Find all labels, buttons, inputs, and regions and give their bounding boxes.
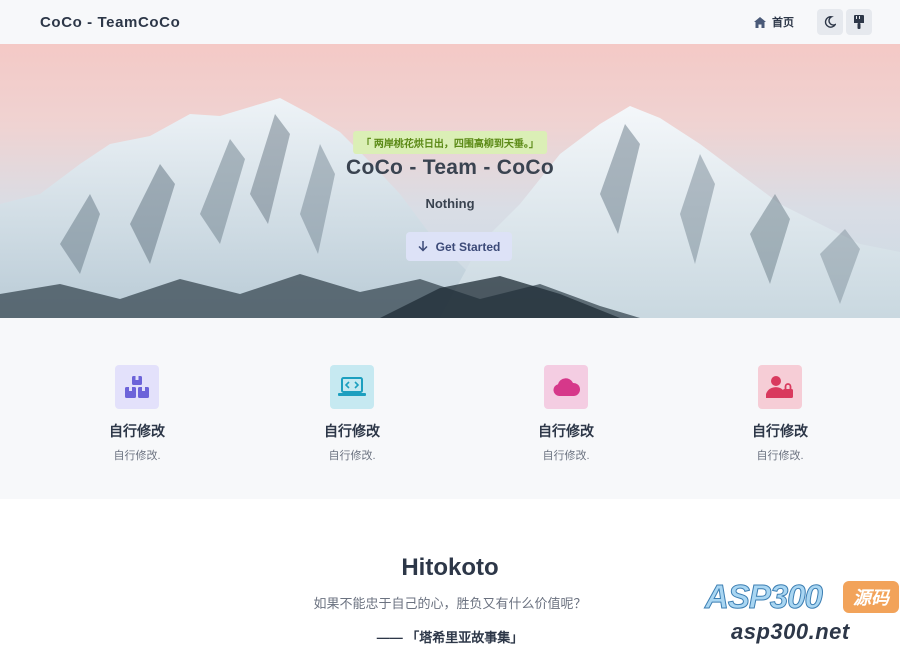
cloud-icon: [553, 378, 580, 396]
nav-home-link[interactable]: 首页: [754, 14, 794, 30]
nav-home-label: 首页: [772, 17, 794, 29]
top-navbar: CoCo - TeamCoCo 首页: [0, 0, 900, 44]
feature-icon-box: [544, 365, 588, 409]
boxes-icon: [125, 376, 149, 398]
feature-icon-box: [115, 365, 159, 409]
feature-title: 自行修改: [752, 423, 808, 439]
poem-badge: 「 两岸桃花烘日出，四围高柳到天垂。」: [353, 131, 547, 154]
home-icon: [754, 16, 766, 28]
theme-button[interactable]: [846, 9, 872, 35]
feature-card-2: 自行修改 自行修改.: [282, 365, 422, 463]
features-section: 自行修改 自行修改. 自行修改 自行修改. 自行修改 自行修改. 自行修改 自行…: [0, 318, 900, 499]
feature-title: 自行修改: [324, 423, 380, 439]
feature-description: 自行修改.: [113, 450, 161, 462]
laptop-code-icon: [338, 377, 366, 396]
user-lock-icon: [766, 376, 793, 398]
feature-title: 自行修改: [109, 423, 165, 439]
hero-subtitle: Nothing: [425, 196, 475, 211]
feature-icon-box: [330, 365, 374, 409]
feature-title: 自行修改: [538, 423, 594, 439]
navbar-right: 首页: [754, 9, 872, 35]
watermark-url: asp300.net: [731, 619, 850, 644]
feature-description: 自行修改.: [328, 450, 376, 462]
feature-description: 自行修改.: [756, 450, 804, 462]
hero-content: 「 两岸桃花烘日出，四围高柳到天垂。」 CoCo - Team - CoCo N…: [0, 44, 900, 318]
hero-title: CoCo - Team - CoCo: [346, 156, 554, 179]
feature-card-1: 自行修改 自行修改.: [67, 365, 207, 463]
site-watermark: ASP300 源码 asp300.net: [705, 578, 900, 648]
dark-mode-toggle[interactable]: [817, 9, 843, 35]
palette-icon: [854, 15, 864, 29]
get-started-button[interactable]: Get Started: [406, 232, 512, 261]
hero-banner: 「 两岸桃花烘日出，四围高柳到天垂。」 CoCo - Team - CoCo N…: [0, 44, 900, 318]
feature-card-4: 自行修改 自行修改.: [710, 365, 850, 463]
feature-description: 自行修改.: [542, 450, 590, 462]
feature-card-3: 自行修改 自行修改.: [496, 365, 636, 463]
watermark-badge: 源码: [843, 581, 899, 613]
get-started-label: Get Started: [435, 239, 501, 254]
brand-title[interactable]: CoCo - TeamCoCo: [40, 14, 180, 31]
arrow-down-icon: [418, 241, 428, 252]
feature-icon-box: [758, 365, 802, 409]
watermark-logo: ASP300: [705, 578, 824, 616]
moon-icon: [824, 16, 836, 28]
